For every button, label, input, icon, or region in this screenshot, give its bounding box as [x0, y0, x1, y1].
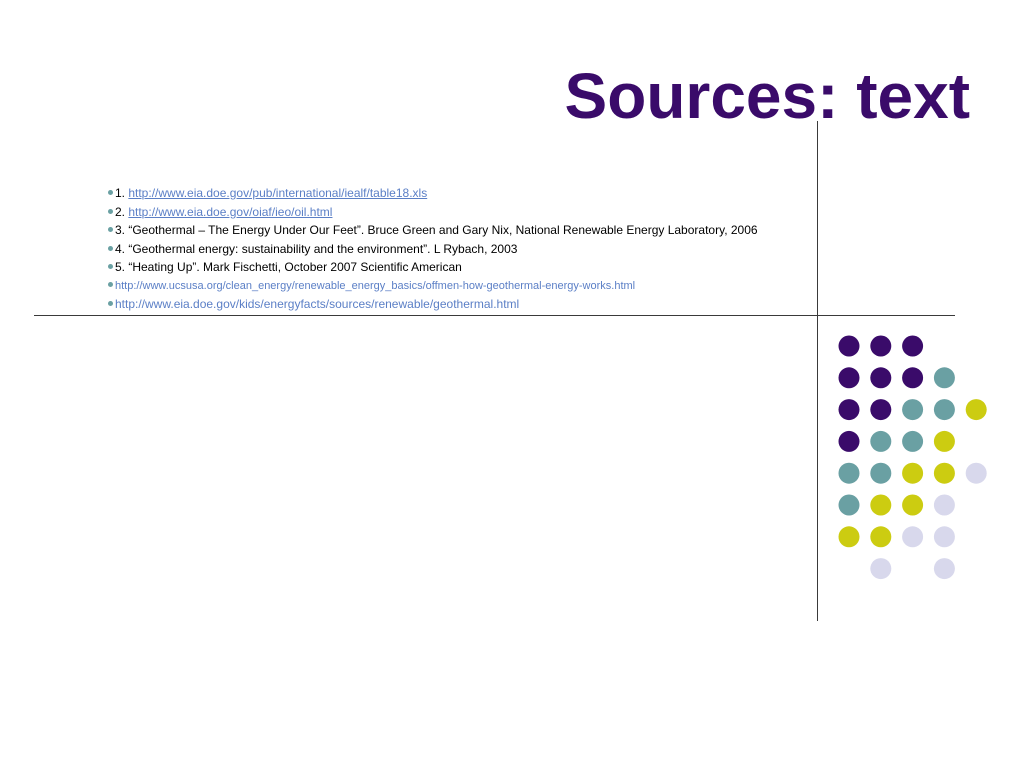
decorative-dot [838, 367, 860, 389]
decorative-dot [838, 399, 860, 421]
decorative-dot [965, 399, 987, 421]
source-item-3: 3. “Geothermal – The Energy Under Our Fe… [108, 221, 758, 240]
bullet-icon [108, 245, 113, 251]
decorative-dot [838, 526, 860, 548]
decorative-dot [870, 462, 892, 484]
source-link[interactable]: http://www.eia.doe.gov/oiaf/ieo/oil.html [128, 205, 332, 219]
source-item-6: http://www.ucsusa.org/clean_energy/renew… [108, 277, 758, 296]
decorative-dot [870, 399, 892, 421]
decorative-dot [933, 558, 955, 580]
decorative-dot [902, 526, 924, 548]
horizontal-divider [34, 315, 955, 316]
source-item-7: http://www.eia.doe.gov/kids/energyfacts/… [108, 295, 758, 314]
decorative-dot [870, 367, 892, 389]
decorative-dot [933, 399, 955, 421]
decorative-dot [838, 335, 860, 357]
source-item-1: 1. http://www.eia.doe.gov/pub/internatio… [108, 184, 758, 203]
decorative-dot [902, 430, 924, 452]
source-text: 3. “Geothermal – The Energy Under Our Fe… [115, 223, 758, 237]
source-item-2: 2. http://www.eia.doe.gov/oiaf/ieo/oil.h… [108, 203, 758, 222]
bullet-icon [108, 208, 113, 214]
sources-list: 1. http://www.eia.doe.gov/pub/internatio… [108, 184, 758, 314]
source-number: 1. [115, 186, 129, 200]
source-item-5: 5. “Heating Up”. Mark Fischetti, October… [108, 258, 758, 277]
source-link[interactable]: http://www.eia.doe.gov/kids/energyfacts/… [115, 297, 519, 311]
decorative-dot [933, 526, 955, 548]
decorative-dot [838, 462, 860, 484]
bullet-icon [108, 264, 113, 270]
decorative-dot [902, 462, 924, 484]
decorative-dot [933, 494, 955, 516]
decorative-dot [933, 462, 955, 484]
source-link[interactable]: http://www.ucsusa.org/clean_energy/renew… [115, 280, 635, 292]
decorative-dot [870, 526, 892, 548]
source-item-4: 4. “Geothermal energy: sustainability an… [108, 240, 758, 259]
decorative-dot [902, 367, 924, 389]
decorative-dot [965, 462, 987, 484]
decorative-dot [838, 430, 860, 452]
decorative-dot [933, 367, 955, 389]
source-number: 2. [115, 204, 129, 219]
decorative-dot [838, 494, 860, 516]
slide-title: Sources: text [564, 60, 970, 132]
decorative-dot [902, 335, 924, 357]
vertical-divider [817, 121, 818, 621]
decorative-dot [870, 335, 892, 357]
bullet-icon [108, 190, 113, 196]
decorative-dot [870, 430, 892, 452]
source-link[interactable]: http://www.eia.doe.gov/pub/international… [128, 186, 427, 200]
bullet-icon [108, 282, 113, 288]
decorative-dot [902, 494, 924, 516]
decorative-dot [933, 430, 955, 452]
bullet-icon [108, 227, 113, 233]
decorative-dot [870, 494, 892, 516]
source-text: 4. “Geothermal energy: sustainability an… [115, 241, 518, 256]
source-text: 5. “Heating Up”. Mark Fischetti, October… [115, 260, 462, 274]
decorative-dot [870, 558, 892, 580]
decorative-dot [902, 399, 924, 421]
bullet-icon [108, 301, 113, 307]
